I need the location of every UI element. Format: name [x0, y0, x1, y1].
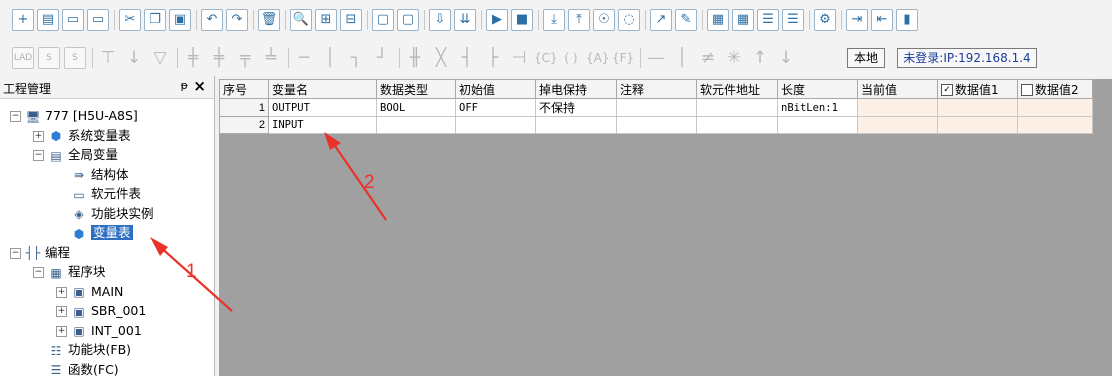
annotation-arrowhead-2	[324, 132, 341, 150]
annotation-label-2: 2	[364, 172, 375, 193]
annotation-arrow-2	[332, 142, 387, 221]
annotation-arrowhead-1	[150, 237, 168, 256]
annotation-label-1: 1	[186, 261, 197, 282]
annotation-layer: 1 2	[150, 132, 387, 312]
